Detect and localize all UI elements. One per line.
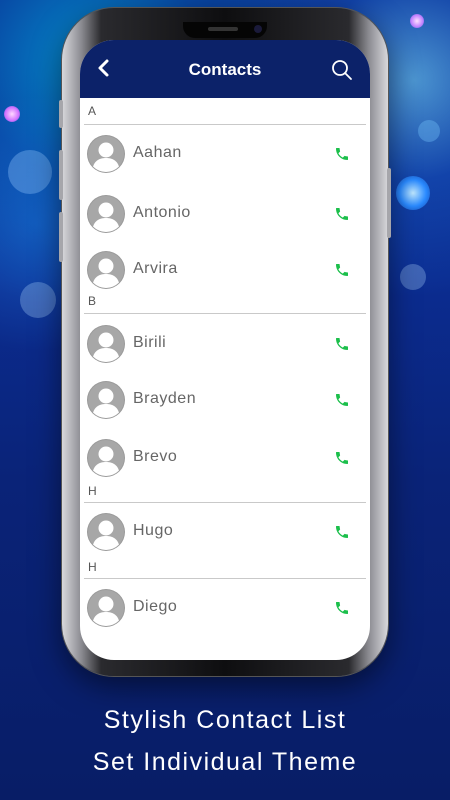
phone-side-button — [59, 150, 63, 200]
bokeh-light — [400, 264, 426, 290]
bokeh-light — [20, 282, 56, 318]
avatar-icon — [88, 196, 124, 232]
avatar-icon — [88, 590, 124, 626]
front-camera — [254, 25, 262, 33]
contact-row[interactable]: Arvira — [80, 246, 370, 296]
avatar-icon — [88, 136, 124, 172]
section-header: B — [88, 294, 97, 308]
phone-side-button — [387, 168, 391, 238]
avatar-icon — [88, 252, 124, 288]
contact-name: Birili — [133, 334, 167, 351]
phone-icon[interactable] — [334, 600, 350, 616]
phone-icon[interactable] — [334, 392, 350, 408]
contact-name: Antonio — [133, 204, 191, 221]
avatar-icon — [88, 326, 124, 362]
contact-row[interactable]: Brayden — [80, 376, 370, 426]
contact-row[interactable]: Hugo — [80, 508, 370, 558]
contact-row[interactable]: Aahan — [80, 130, 370, 180]
contact-name: Diego — [133, 598, 178, 615]
contact-row[interactable]: Birili — [80, 320, 370, 370]
contact-row[interactable]: Brevo — [80, 434, 370, 484]
section-header: H — [88, 484, 97, 498]
phone-icon[interactable] — [334, 146, 350, 162]
app-header: Contacts — [80, 40, 370, 98]
tagline-line-2: Set Individual Theme — [92, 748, 358, 776]
phone-icon[interactable] — [334, 262, 350, 278]
phone-side-button — [59, 100, 63, 128]
section-divider — [84, 502, 366, 503]
tagline-line-1: Stylish Contact List — [103, 706, 347, 734]
contact-name: Brevo — [133, 448, 178, 465]
contact-name: Aahan — [133, 144, 182, 161]
phone-speaker — [208, 27, 238, 31]
bokeh-light — [396, 176, 430, 210]
contact-name: Brayden — [133, 390, 197, 407]
bokeh-light — [418, 120, 440, 142]
phone-icon[interactable] — [334, 524, 350, 540]
contact-name: Hugo — [133, 522, 174, 539]
contact-row[interactable]: Antonio — [80, 190, 370, 240]
avatar-icon — [88, 440, 124, 476]
app-screen: Contacts A Aahan Antonio Arvira B Birili Brayd… — [80, 40, 370, 660]
section-divider — [84, 124, 366, 125]
phone-side-button — [59, 212, 63, 262]
avatar-icon — [88, 514, 124, 550]
avatar-icon — [88, 382, 124, 418]
section-header: H — [88, 560, 97, 574]
bokeh-light — [4, 106, 20, 122]
phone-icon[interactable] — [334, 206, 350, 222]
bokeh-light — [8, 150, 52, 194]
phone-icon[interactable] — [334, 450, 350, 466]
section-header: A — [88, 104, 97, 118]
contact-name: Arvira — [133, 260, 178, 277]
phone-icon[interactable] — [334, 336, 350, 352]
section-divider — [84, 313, 366, 314]
section-divider — [84, 578, 366, 579]
bokeh-light — [410, 14, 424, 28]
contact-row[interactable]: Diego — [80, 584, 370, 634]
search-icon[interactable] — [330, 58, 354, 82]
page-title: Contacts — [188, 60, 262, 79]
